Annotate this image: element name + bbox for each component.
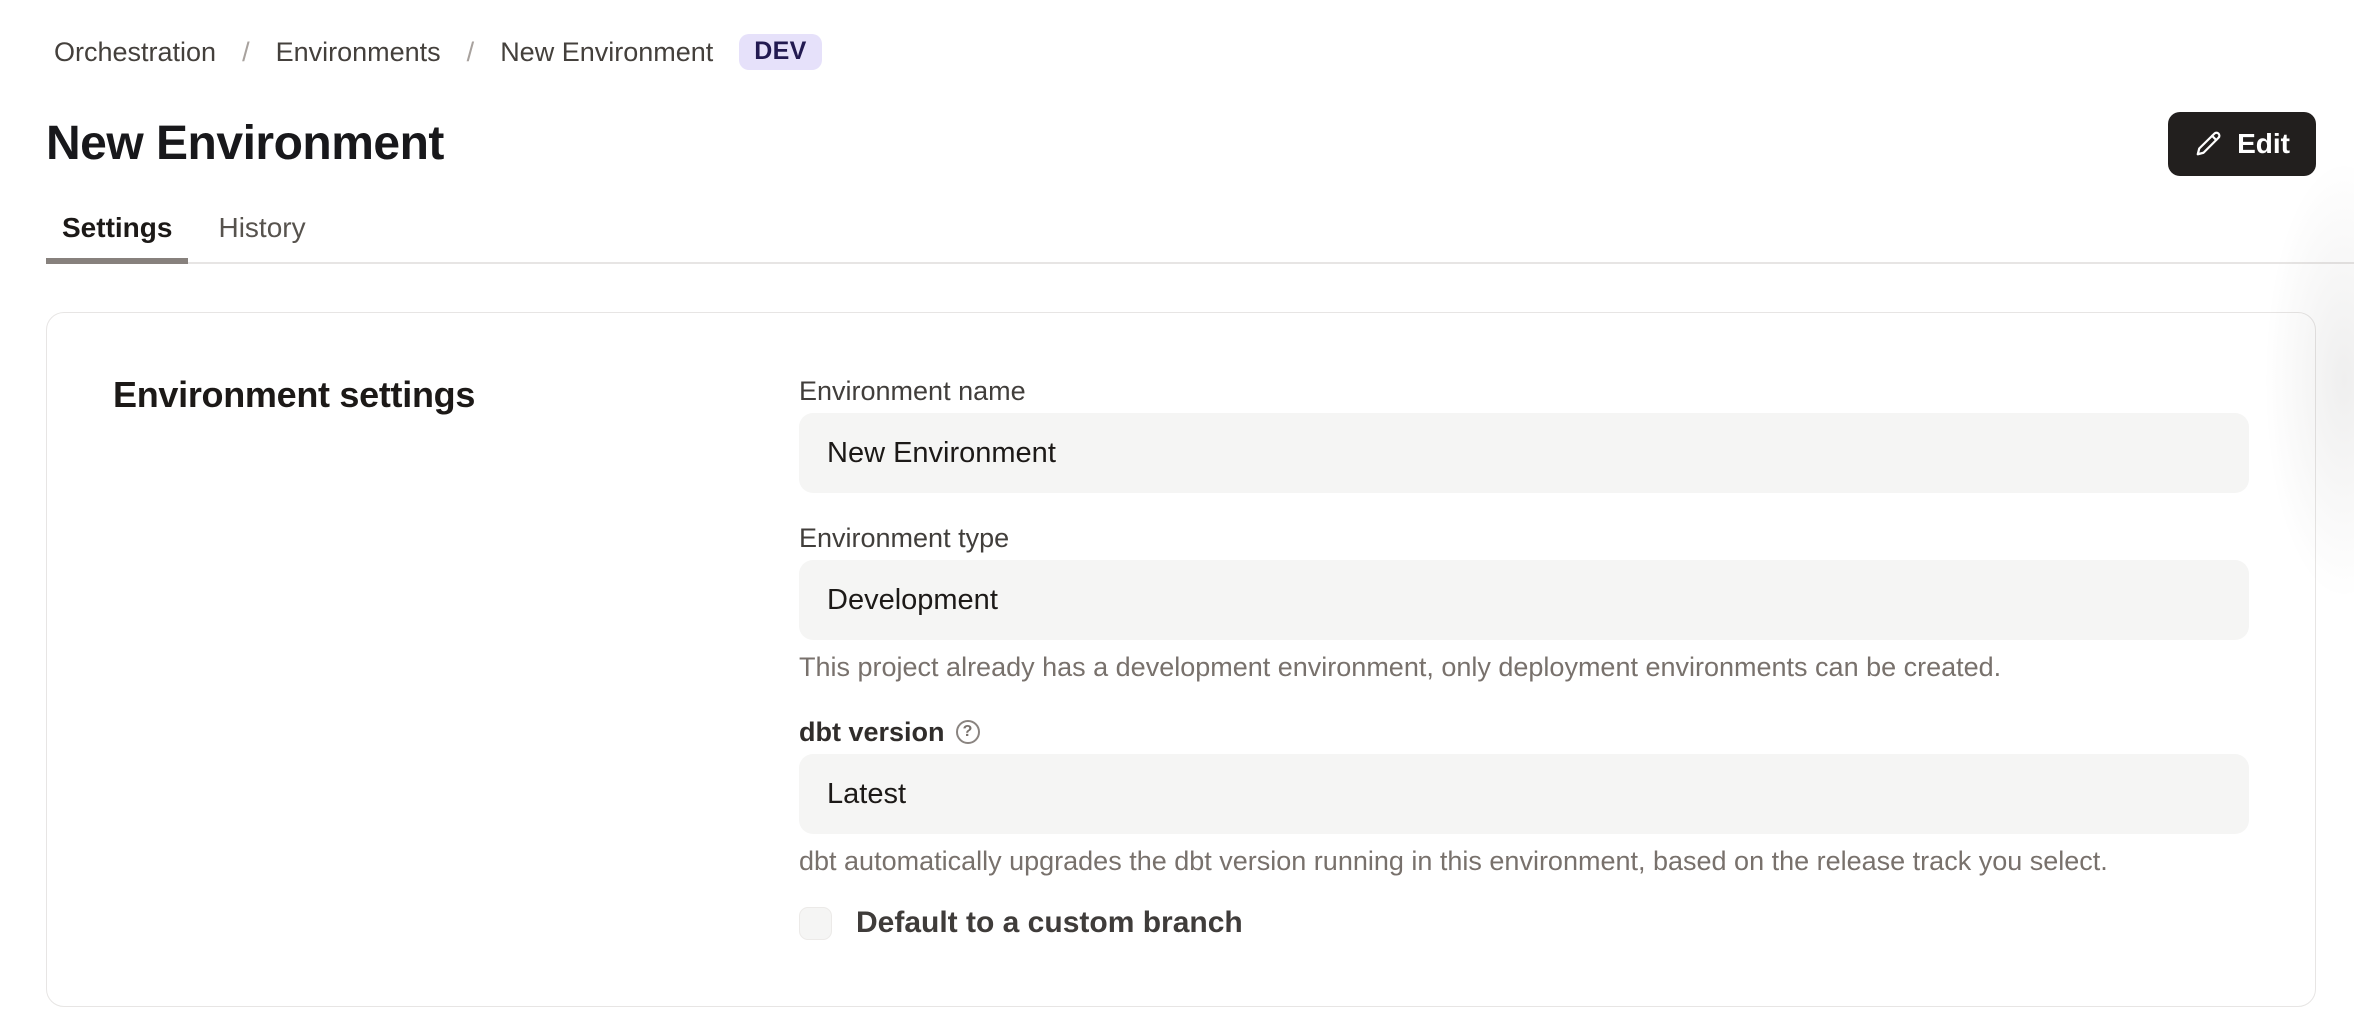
dbt-version-label: dbt version ? xyxy=(799,716,2249,748)
environment-settings-form: Environment name New Environment Environ… xyxy=(799,373,2249,940)
environment-type-field: Environment type Development This projec… xyxy=(799,522,2249,682)
environment-name-label: Environment name xyxy=(799,375,2249,407)
environment-type-label: Environment type xyxy=(799,522,2249,554)
tab-settings[interactable]: Settings xyxy=(46,202,188,264)
environment-type-helper-text: This project already has a development e… xyxy=(799,652,2249,682)
edit-button-label: Edit xyxy=(2237,128,2290,160)
environment-type-input[interactable]: Development xyxy=(799,560,2249,640)
breadcrumb-item-orchestration[interactable]: Orchestration xyxy=(54,35,216,69)
breadcrumb: Orchestration / Environments / New Envir… xyxy=(46,34,2316,70)
environment-settings-card: Environment settings Environment name Ne… xyxy=(46,312,2316,1007)
breadcrumb-separator: / xyxy=(242,35,250,69)
question-circle-icon[interactable]: ? xyxy=(956,720,980,744)
dbt-version-input[interactable]: Latest xyxy=(799,754,2249,834)
environment-name-input[interactable]: New Environment xyxy=(799,413,2249,493)
edit-button[interactable]: Edit xyxy=(2168,112,2316,176)
section-heading: Environment settings xyxy=(113,373,799,940)
tab-bar: Settings History xyxy=(46,202,2354,264)
dbt-version-helper-text: dbt automatically upgrades the dbt versi… xyxy=(799,846,2249,876)
environment-dev-badge: DEV xyxy=(739,34,821,70)
page-title: New Environment xyxy=(46,112,444,176)
page-header: New Environment Edit xyxy=(46,112,2316,176)
environment-name-field: Environment name New Environment xyxy=(799,375,2249,493)
environment-settings-page: Orchestration / Environments / New Envir… xyxy=(0,0,2354,1020)
default-custom-branch-label[interactable]: Default to a custom branch xyxy=(856,906,1243,940)
custom-branch-row: Default to a custom branch xyxy=(799,906,2249,940)
dbt-version-field: dbt version ? Latest dbt automatically u… xyxy=(799,716,2249,876)
default-custom-branch-checkbox[interactable] xyxy=(799,907,832,940)
breadcrumb-item-environments[interactable]: Environments xyxy=(276,35,441,69)
dbt-version-label-text: dbt version xyxy=(799,716,945,748)
breadcrumb-item-new-environment[interactable]: New Environment xyxy=(500,35,713,69)
tab-history[interactable]: History xyxy=(202,202,321,264)
breadcrumb-separator: / xyxy=(467,35,475,69)
pencil-icon xyxy=(2194,129,2224,159)
